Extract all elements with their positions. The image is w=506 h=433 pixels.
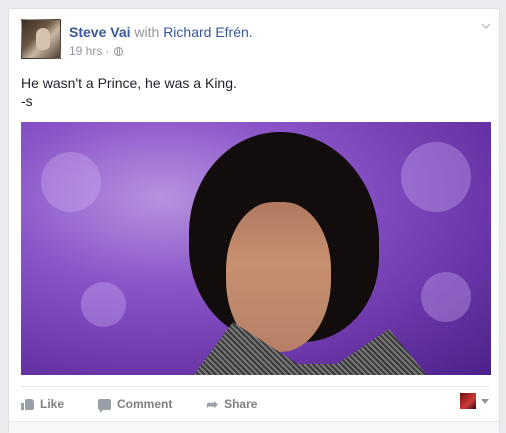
share-arrow-icon: ➦ xyxy=(206,396,219,412)
post-text: He wasn't a Prince, he was a King. -s xyxy=(21,74,237,110)
share-button[interactable]: ➦ Share xyxy=(206,397,257,411)
bokeh-light xyxy=(81,282,126,327)
timestamp-link[interactable]: 19 hrs xyxy=(69,44,102,58)
with-text: with xyxy=(130,24,164,40)
author-name-link[interactable]: Steve Vai xyxy=(69,24,131,40)
comment-button[interactable]: Comment xyxy=(98,397,173,413)
author-avatar[interactable] xyxy=(21,19,61,59)
post-meta: 19 hrs · xyxy=(69,44,124,58)
comment-icon xyxy=(98,398,112,413)
globe-icon[interactable] xyxy=(114,46,124,56)
post-photo[interactable] xyxy=(21,122,491,375)
post-card: Steve Vai with Richard Efrén. 19 hrs · H… xyxy=(8,8,500,433)
page-avatar xyxy=(460,393,476,409)
like-label: Like xyxy=(40,397,65,411)
bokeh-light xyxy=(401,142,471,212)
comments-strip xyxy=(9,421,499,433)
actor-selector[interactable] xyxy=(460,393,489,409)
comment-label: Comment xyxy=(117,397,173,411)
post-signature: -s xyxy=(21,93,33,109)
avatar-face xyxy=(36,28,50,50)
action-bar: Like Comment ➦ Share xyxy=(21,392,291,416)
meta-separator: · xyxy=(105,44,110,58)
post-text-line: He wasn't a Prince, he was a King. xyxy=(21,75,237,91)
bokeh-light xyxy=(421,272,471,322)
post-header: Steve Vai with Richard Efrén. xyxy=(69,23,253,41)
bokeh-light xyxy=(41,152,101,212)
like-button[interactable]: Like xyxy=(21,397,64,411)
thumbs-up-icon xyxy=(21,398,34,410)
action-divider xyxy=(21,386,489,387)
caret-down-icon xyxy=(481,398,489,404)
share-label: Share xyxy=(224,397,258,411)
chevron-down-icon[interactable] xyxy=(481,21,491,31)
tagged-friend-link[interactable]: Richard Efrén. xyxy=(163,24,252,40)
